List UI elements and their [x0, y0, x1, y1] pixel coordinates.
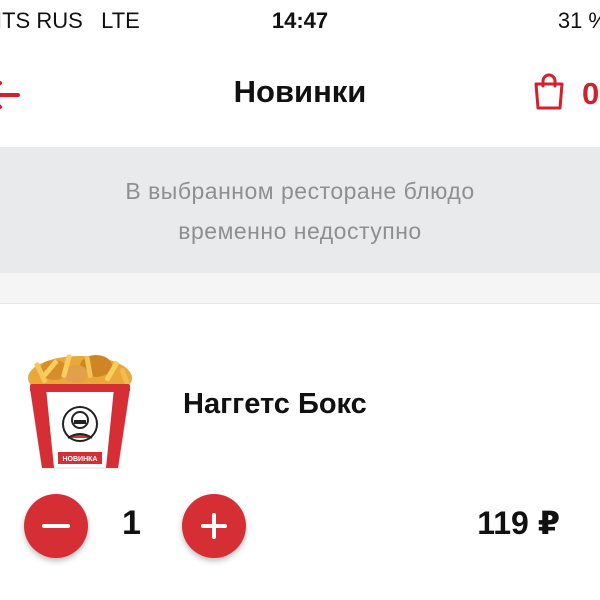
status-bar: ITS RUS LTE 14:47 31 %: [0, 0, 600, 42]
quantity-stepper: 1: [24, 494, 264, 564]
nav-bar: Новинки 0: [0, 42, 600, 146]
shopping-bag-icon: [534, 73, 564, 110]
nugget-bucket-illustration: НОВИНКА: [28, 354, 132, 469]
status-time: 14:47: [271, 8, 329, 33]
product-card: НОВИНКА Наггетс Бокс 1 119 ₽: [0, 304, 600, 600]
page-title: Новинки: [233, 74, 367, 109]
product-price: 119 ₽: [477, 505, 560, 541]
notice-line-2: временно недоступно: [178, 218, 422, 244]
battery-level: 31 %: [557, 8, 600, 33]
plus-icon: [201, 513, 227, 539]
minus-icon: [42, 524, 70, 528]
cart-button[interactable]: 0: [532, 72, 600, 116]
product-image: НОВИНКА: [24, 344, 136, 472]
unavailable-notice: В выбранном ресторане блюдо временно нед…: [0, 147, 600, 273]
notice-line-1: В выбранном ресторане блюдо: [125, 178, 475, 204]
kfc-logo-icon: [62, 406, 98, 442]
new-badge: НОВИНКА: [63, 456, 98, 463]
quantity-value: 1: [122, 504, 141, 542]
notice-text: В выбранном ресторане блюдо временно нед…: [60, 171, 540, 251]
product-name: Наггетс Бокс: [183, 388, 367, 420]
decrease-quantity-button[interactable]: [24, 494, 88, 558]
cart-count: 0: [582, 76, 600, 111]
section-divider: [0, 273, 600, 303]
increase-quantity-button[interactable]: [182, 494, 246, 558]
